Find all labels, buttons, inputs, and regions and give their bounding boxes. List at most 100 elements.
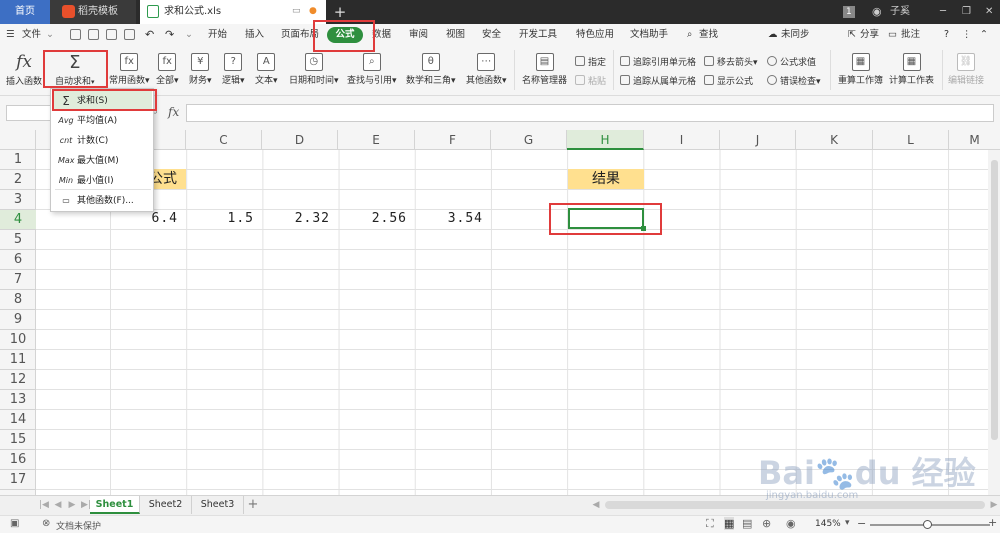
undo-icon[interactable]: ↶: [145, 24, 154, 46]
show-formulas-button[interactable]: 显示公式: [704, 74, 753, 87]
scroll-right-icon[interactable]: ▶: [988, 499, 1000, 511]
print-icon[interactable]: [106, 29, 117, 40]
row-17[interactable]: 17: [0, 470, 36, 490]
col-H[interactable]: H: [567, 130, 644, 150]
col-K[interactable]: K: [796, 130, 873, 150]
cell-E4[interactable]: 2.56: [339, 209, 415, 229]
menu-dev-tools[interactable]: 开发工具: [519, 24, 557, 46]
col-M[interactable]: M: [949, 130, 1000, 150]
row-14[interactable]: 14: [0, 410, 36, 430]
redo-icon[interactable]: ↷: [165, 24, 174, 46]
menu-doc-assistant[interactable]: 文档助手: [630, 24, 668, 46]
row-5[interactable]: 5: [0, 230, 36, 250]
active-cell-H4[interactable]: [568, 208, 646, 231]
page-break-icon[interactable]: ▤: [742, 517, 752, 530]
close-icon[interactable]: ✕: [985, 0, 993, 24]
col-J[interactable]: J: [720, 130, 796, 150]
logic-button[interactable]: ? 逻辑▾: [222, 53, 245, 86]
math-trig-button[interactable]: θ 数学和三角▾: [406, 53, 456, 86]
paste-name-button[interactable]: 粘贴: [575, 74, 606, 87]
menu-item-sum[interactable]: Σ 求和(S): [52, 91, 152, 111]
fullscreen-icon[interactable]: ⛶: [706, 517, 714, 531]
zoom-out-icon[interactable]: −: [857, 517, 866, 530]
zoom-slider-knob[interactable]: [923, 520, 932, 529]
row-13[interactable]: 13: [0, 390, 36, 410]
calc-sheet-button[interactable]: ▦ 计算工作表: [889, 53, 934, 86]
row-15[interactable]: 15: [0, 430, 36, 450]
reading-mode-icon[interactable]: ⊕: [762, 517, 771, 530]
row-12[interactable]: 12: [0, 370, 36, 390]
col-E[interactable]: E: [338, 130, 415, 150]
menu-security[interactable]: 安全: [482, 24, 501, 46]
row-16[interactable]: 16: [0, 450, 36, 470]
row-7[interactable]: 7: [0, 270, 36, 290]
datetime-button[interactable]: ◷ 日期和时间▾: [289, 53, 339, 86]
macro-icon[interactable]: ▣: [10, 518, 19, 529]
name-manager-button[interactable]: ▤ 名称管理器: [522, 53, 567, 86]
hamburger-icon[interactable]: ☰: [6, 24, 15, 46]
assign-button[interactable]: 指定: [575, 55, 606, 68]
common-functions-button[interactable]: fx 常用函数▾: [109, 53, 150, 86]
menu-item-other-functions[interactable]: ▭ 其他函数(F)...: [52, 191, 152, 211]
other-functions-button[interactable]: ⋯ 其他函数▾: [466, 53, 507, 86]
share-button[interactable]: 分享: [860, 24, 879, 46]
print-preview-icon[interactable]: [124, 29, 135, 40]
zoom-dropdown-icon[interactable]: ▾: [845, 518, 850, 528]
sync-status[interactable]: 未同步: [781, 24, 810, 46]
col-G[interactable]: G: [491, 130, 567, 150]
normal-view-icon[interactable]: ▦: [724, 517, 735, 530]
eye-protect-icon[interactable]: ◉: [786, 517, 796, 530]
error-check-button[interactable]: 错误检查▾: [767, 74, 821, 87]
row-6[interactable]: 6: [0, 250, 36, 270]
insert-function-button[interactable]: fx 插入函数: [6, 52, 42, 87]
more-icon[interactable]: ⌄: [185, 24, 193, 46]
menu-formula[interactable]: 公式: [327, 27, 363, 43]
protection-status[interactable]: 文档未保护: [56, 519, 101, 532]
tab-home[interactable]: 首页: [0, 0, 50, 24]
sheet-tab-sheet1[interactable]: Sheet1: [90, 496, 140, 514]
scroll-left-icon[interactable]: ◀: [590, 499, 602, 511]
more-options-icon[interactable]: ⋮: [962, 24, 972, 46]
menu-page-layout[interactable]: 页面布局: [281, 24, 319, 46]
comment-button[interactable]: 批注: [901, 24, 920, 46]
cloud-icon[interactable]: ☁: [768, 24, 778, 46]
cell-C4[interactable]: 1.5: [187, 209, 262, 229]
comment-icon[interactable]: ▭: [888, 24, 897, 46]
autosum-button[interactable]: Σ 自动求和▾: [55, 52, 95, 87]
formula-input[interactable]: [186, 104, 994, 122]
save-icon[interactable]: [70, 29, 81, 40]
search-label[interactable]: 查找: [699, 24, 718, 46]
menu-file[interactable]: 文件: [22, 24, 41, 46]
row-11[interactable]: 11: [0, 350, 36, 370]
add-sheet-button[interactable]: +: [246, 496, 260, 514]
menu-start[interactable]: 开始: [208, 24, 227, 46]
row-8[interactable]: 8: [0, 290, 36, 310]
cell-B4[interactable]: 6.4: [111, 209, 186, 229]
row-2[interactable]: 2: [0, 170, 36, 190]
menu-item-count[interactable]: cnt 计数(C): [52, 131, 152, 151]
menu-data[interactable]: 数据: [372, 24, 391, 46]
export-pdf-icon[interactable]: [88, 29, 99, 40]
menu-special-apps[interactable]: 特色应用: [576, 24, 614, 46]
all-functions-button[interactable]: fx 全部▾: [156, 53, 179, 86]
share-icon[interactable]: ⇱: [848, 24, 856, 46]
trace-dependents-button[interactable]: 追踪从属单元格: [620, 74, 696, 87]
menu-item-average[interactable]: Avg 平均值(A): [52, 111, 152, 131]
prev-sheet-icon[interactable]: ◀: [52, 499, 64, 511]
cell-F4[interactable]: 3.54: [416, 209, 491, 229]
row-3[interactable]: 3: [0, 190, 36, 210]
recalc-workbook-button[interactable]: ▦ 重算工作簿: [838, 53, 883, 86]
new-tab-button[interactable]: +: [330, 0, 350, 24]
menu-view[interactable]: 视图: [446, 24, 465, 46]
row-9[interactable]: 9: [0, 310, 36, 330]
horizontal-scroll-thumb[interactable]: [605, 501, 985, 509]
cell-D4[interactable]: 2.32: [263, 209, 338, 229]
next-sheet-icon[interactable]: ▶: [66, 499, 78, 511]
edit-links-button[interactable]: ⛓ 编辑链接: [948, 53, 984, 86]
trace-precedents-button[interactable]: 追踪引用单元格: [620, 55, 696, 68]
restore-icon[interactable]: ❐: [962, 0, 971, 24]
col-I[interactable]: I: [644, 130, 720, 150]
zoom-in-icon[interactable]: +: [988, 516, 997, 529]
menu-review[interactable]: 审阅: [409, 24, 428, 46]
row-1[interactable]: 1: [0, 150, 36, 170]
